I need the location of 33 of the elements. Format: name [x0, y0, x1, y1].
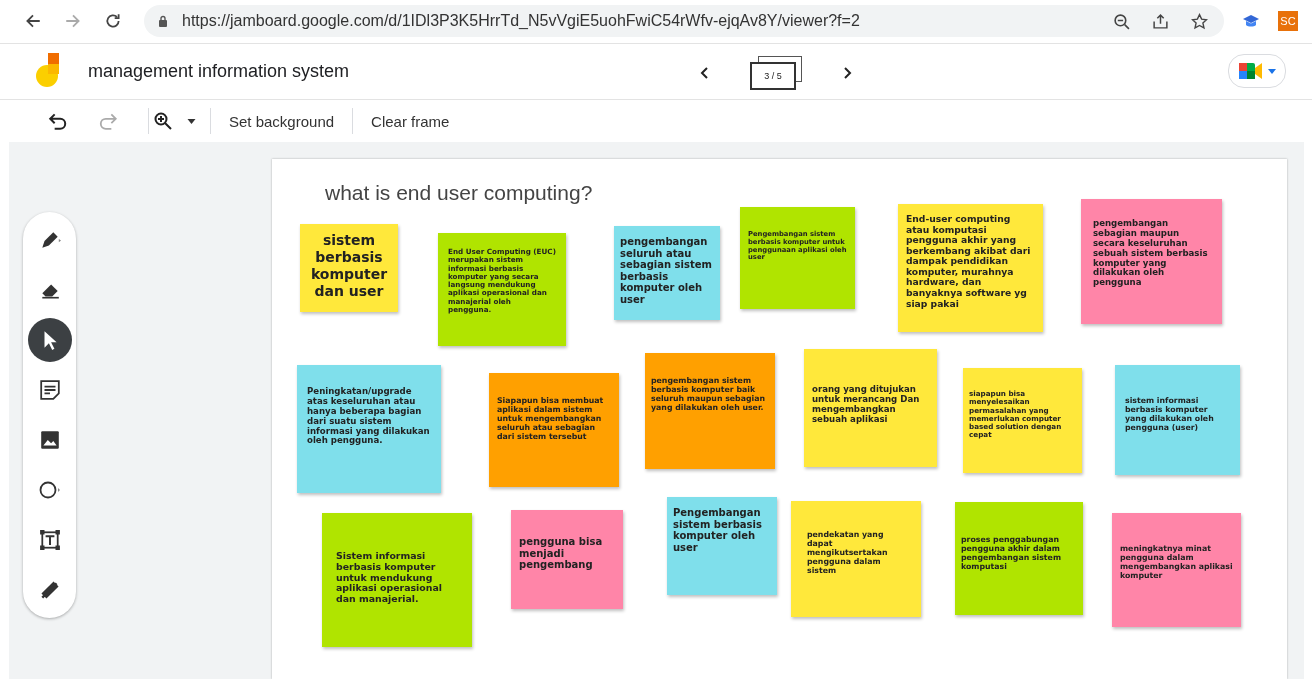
select-tool[interactable] [27, 318, 72, 362]
laser-icon [38, 579, 61, 601]
next-frame-icon[interactable] [842, 65, 852, 80]
share-icon[interactable] [1152, 12, 1169, 30]
sticky-note[interactable]: End-user computing atau komputasi pengguna akhir yang berkembang akibat dari dampak pendidikan komputer, murahnya hardware, dan banyaknya software yg siap pakai [898, 204, 1043, 332]
sticky-note-icon [38, 379, 61, 401]
previous-frame-icon[interactable] [700, 65, 710, 80]
video-camera-icon [1238, 61, 1264, 82]
frame-title: what is end user computing? [325, 181, 593, 205]
sticky-note[interactable]: orang yang ditujukan untuk merancang Dan mengembangkan sebuah aplikasi [804, 349, 937, 467]
toolbar-button[interactable]: Clear frame [357, 106, 464, 136]
sticky-note[interactable]: pengembangan seluruh atau sebagian sistem berbasis komputer oleh user [614, 226, 720, 320]
toolbar-button[interactable]: Set background [215, 106, 349, 136]
zoom-out-icon[interactable] [1113, 12, 1130, 30]
sticky-note[interactable]: Pengembangan sistem berbasis komputer oleh user [667, 497, 777, 595]
sticky-note[interactable]: sistem berbasis komputer dan user [300, 224, 398, 312]
text-box-icon [38, 529, 61, 551]
sticky-note[interactable]: Sistem informasi berbasis komputer untuk mendukung aplikasi operasional dan manajerial. [322, 513, 472, 647]
circle-icon [38, 479, 61, 501]
sticky-note[interactable]: pengembangan sebagian maupun secara keseluruhan sebuah sistem berbasis komputer yang dilakukan oleh pengguna [1081, 199, 1222, 324]
undo-icon[interactable] [48, 112, 68, 131]
lock-icon [158, 15, 168, 28]
address-bar[interactable]: https://jamboard.google.com/d/1IDl3P3K5HrrTd_N5vVgiE5uohFwiC54rWfv-ejqAv8Y/viewer?f=2 [144, 5, 1224, 38]
url-text: https://jamboard.google.com/d/1IDl3P3K5HrrTd_N5vVgiE5uohFwiC54rWfv-ejqAv8Y/viewer?f=2 [182, 12, 860, 31]
document-title: management information system [88, 60, 350, 82]
image-icon [38, 429, 61, 451]
sticky-note[interactable]: pengguna bisa menjadi pengembang [511, 510, 623, 609]
caret-icon [1268, 68, 1276, 74]
star-icon[interactable] [1191, 12, 1208, 30]
zoom-icon[interactable] [153, 112, 173, 131]
meet-button[interactable] [1228, 54, 1286, 89]
caret-icon[interactable] [187, 118, 196, 124]
sticky-note[interactable]: Peningkatan/upgrade atas keseluruhan atau hanya beberapa bagian dari suatu sistem informasi yang dilakukan oleh pengguna. [297, 365, 441, 493]
